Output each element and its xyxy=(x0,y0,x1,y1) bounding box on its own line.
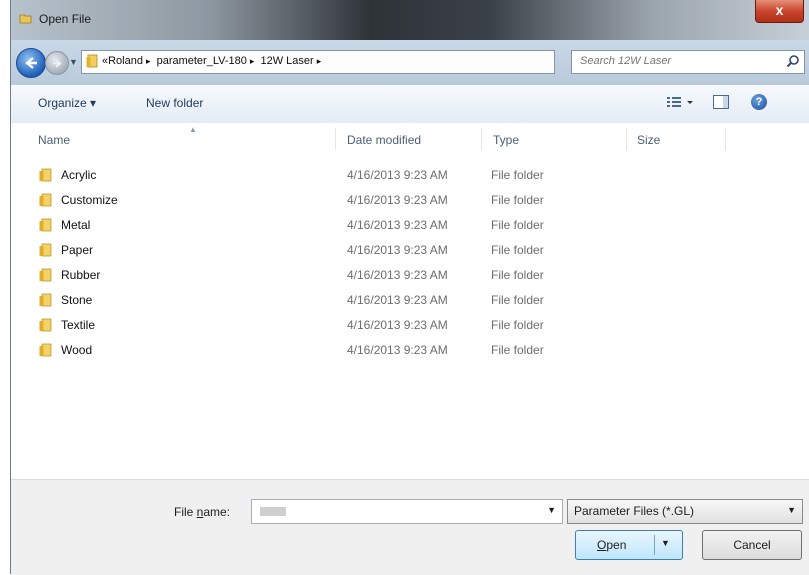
file-date: 4/16/2013 9:23 AM xyxy=(347,193,448,207)
file-type: File folder xyxy=(491,293,544,307)
search-box[interactable] xyxy=(571,50,805,74)
open-file-icon xyxy=(19,14,32,24)
cancel-button[interactable]: Cancel xyxy=(702,530,802,560)
search-icon[interactable] xyxy=(786,54,800,68)
back-button[interactable] xyxy=(16,48,46,78)
column-divider[interactable] xyxy=(725,128,726,150)
column-divider[interactable] xyxy=(335,128,336,150)
open-dropdown-chevron-icon[interactable]: ▼ xyxy=(661,538,670,548)
title-bar[interactable]: Open File x xyxy=(11,0,809,40)
split-divider xyxy=(654,535,655,555)
folder-icon xyxy=(39,343,52,357)
file-list: ▲ Name Date modified Type Size Acrylic 4… xyxy=(11,123,809,479)
file-name-label: File name: xyxy=(174,505,230,519)
file-type: File folder xyxy=(491,268,544,282)
file-type: File folder xyxy=(491,318,544,332)
folder-icon xyxy=(39,218,52,232)
file-type: File folder xyxy=(491,168,544,182)
file-name: Metal xyxy=(61,218,91,232)
file-row[interactable]: Metal 4/16/2013 9:23 AM File folder xyxy=(11,212,809,237)
file-row[interactable]: Textile 4/16/2013 9:23 AM File folder xyxy=(11,312,809,337)
file-date: 4/16/2013 9:23 AM xyxy=(347,218,448,232)
file-name: Textile xyxy=(61,318,96,332)
open-button[interactable]: Open ▼ xyxy=(575,530,683,560)
file-row[interactable]: Paper 4/16/2013 9:23 AM File folder xyxy=(11,237,809,262)
column-divider[interactable] xyxy=(481,128,482,150)
breadcrumb: «Roland ▸ parameter_LV-180 ▸ 12W Laser ▸ xyxy=(102,55,324,67)
file-name-label-part: ame: xyxy=(203,505,231,519)
file-name: Stone xyxy=(61,293,93,307)
file-type: File folder xyxy=(491,193,544,207)
breadcrumb-item[interactable]: 12W Laser xyxy=(260,55,313,67)
file-name: Acrylic xyxy=(61,168,97,182)
file-row[interactable]: Stone 4/16/2013 9:23 AM File folder xyxy=(11,287,809,312)
folder-icon xyxy=(39,168,52,182)
change-view-icon[interactable] xyxy=(667,96,695,108)
file-date: 4/16/2013 9:23 AM xyxy=(347,343,448,357)
back-arrow-icon xyxy=(25,57,37,69)
organize-button[interactable]: Organize ▾ xyxy=(38,96,96,110)
cancel-button-label: Cancel xyxy=(733,538,771,552)
column-header-date[interactable]: Date modified xyxy=(347,133,421,147)
open-file-dialog: Open File x ▼ «Roland ▸ parameter_LV-180 ▸ xyxy=(10,0,809,575)
file-row[interactable]: Wood 4/16/2013 9:23 AM File folder xyxy=(11,337,809,362)
breadcrumb-item[interactable]: «Roland xyxy=(102,55,143,67)
file-date: 4/16/2013 9:23 AM xyxy=(347,243,448,257)
file-name: Paper xyxy=(61,243,94,257)
close-icon: x xyxy=(775,2,784,18)
breadcrumb-item[interactable]: parameter_LV-180 xyxy=(157,55,247,67)
column-header-size[interactable]: Size xyxy=(637,133,660,147)
redacted-text xyxy=(260,507,286,516)
open-accesskey: O xyxy=(597,538,607,552)
file-row[interactable]: Acrylic 4/16/2013 9:23 AM File folder xyxy=(11,162,809,187)
preview-pane-icon[interactable] xyxy=(713,95,729,109)
file-row[interactable]: Rubber 4/16/2013 9:23 AM File folder xyxy=(11,262,809,287)
file-name-combobox[interactable]: ▼ xyxy=(251,499,563,524)
address-bar[interactable]: «Roland▸ parameter_LV-180▸ 12W Laser▸ ▼ … xyxy=(81,50,621,74)
folder-icon xyxy=(39,193,52,207)
new-folder-button[interactable]: New folder xyxy=(146,96,203,110)
help-icon[interactable]: ? xyxy=(751,94,767,110)
dialog-footer: File name: ▼ Parameter Files (*.GL) ▼ Op… xyxy=(11,479,809,575)
column-divider[interactable] xyxy=(626,128,627,150)
folder-icon xyxy=(39,293,52,307)
file-name: Customize xyxy=(61,193,118,207)
open-button-label: Open xyxy=(597,538,626,552)
breadcrumb-separator-icon[interactable]: ▸ xyxy=(146,56,151,66)
file-name-dropdown-chevron-icon[interactable]: ▼ xyxy=(547,505,556,515)
sort-indicator-icon: ▲ xyxy=(189,125,197,134)
file-name: Rubber xyxy=(61,268,101,282)
file-type-chevron-icon: ▼ xyxy=(787,505,796,515)
breadcrumb-separator-icon[interactable]: ▸ xyxy=(250,56,255,66)
file-type-select[interactable]: Parameter Files (*.GL) ▼ xyxy=(567,499,803,524)
file-name-input[interactable] xyxy=(258,504,542,520)
address-row: ▼ «Roland ▸ parameter_LV-180 ▸ 12W Laser ▸ … xyxy=(11,40,809,85)
forward-button[interactable] xyxy=(45,51,69,75)
close-button[interactable]: x xyxy=(755,0,804,23)
file-name: Wood xyxy=(61,343,93,357)
file-name-label-part: File xyxy=(174,505,197,519)
file-row[interactable]: Customize 4/16/2013 9:23 AM File folder xyxy=(11,187,809,212)
forward-arrow-icon xyxy=(53,59,62,68)
file-date: 4/16/2013 9:23 AM xyxy=(347,168,448,182)
folder-icon xyxy=(39,243,52,257)
column-header-name[interactable]: Name xyxy=(38,133,70,147)
file-type-value: Parameter Files (*.GL) xyxy=(574,504,695,518)
breadcrumb-separator-icon[interactable]: ▸ xyxy=(317,56,322,66)
open-label-rest: pen xyxy=(606,538,627,552)
folder-icon xyxy=(39,318,52,332)
command-toolbar: Organize ▾ New folder ? xyxy=(11,85,809,124)
file-type: File folder xyxy=(491,218,544,232)
file-type: File folder xyxy=(491,243,544,257)
window-title: Open File xyxy=(39,12,92,26)
column-header-type[interactable]: Type xyxy=(493,133,519,147)
file-type: File folder xyxy=(491,343,544,357)
folder-icon xyxy=(86,54,98,68)
file-date: 4/16/2013 9:23 AM xyxy=(347,318,448,332)
folder-icon xyxy=(39,268,52,282)
file-date: 4/16/2013 9:23 AM xyxy=(347,293,448,307)
file-date: 4/16/2013 9:23 AM xyxy=(347,268,448,282)
search-input[interactable] xyxy=(578,54,772,68)
recent-pages-chevron-icon[interactable]: ▼ xyxy=(69,57,78,67)
